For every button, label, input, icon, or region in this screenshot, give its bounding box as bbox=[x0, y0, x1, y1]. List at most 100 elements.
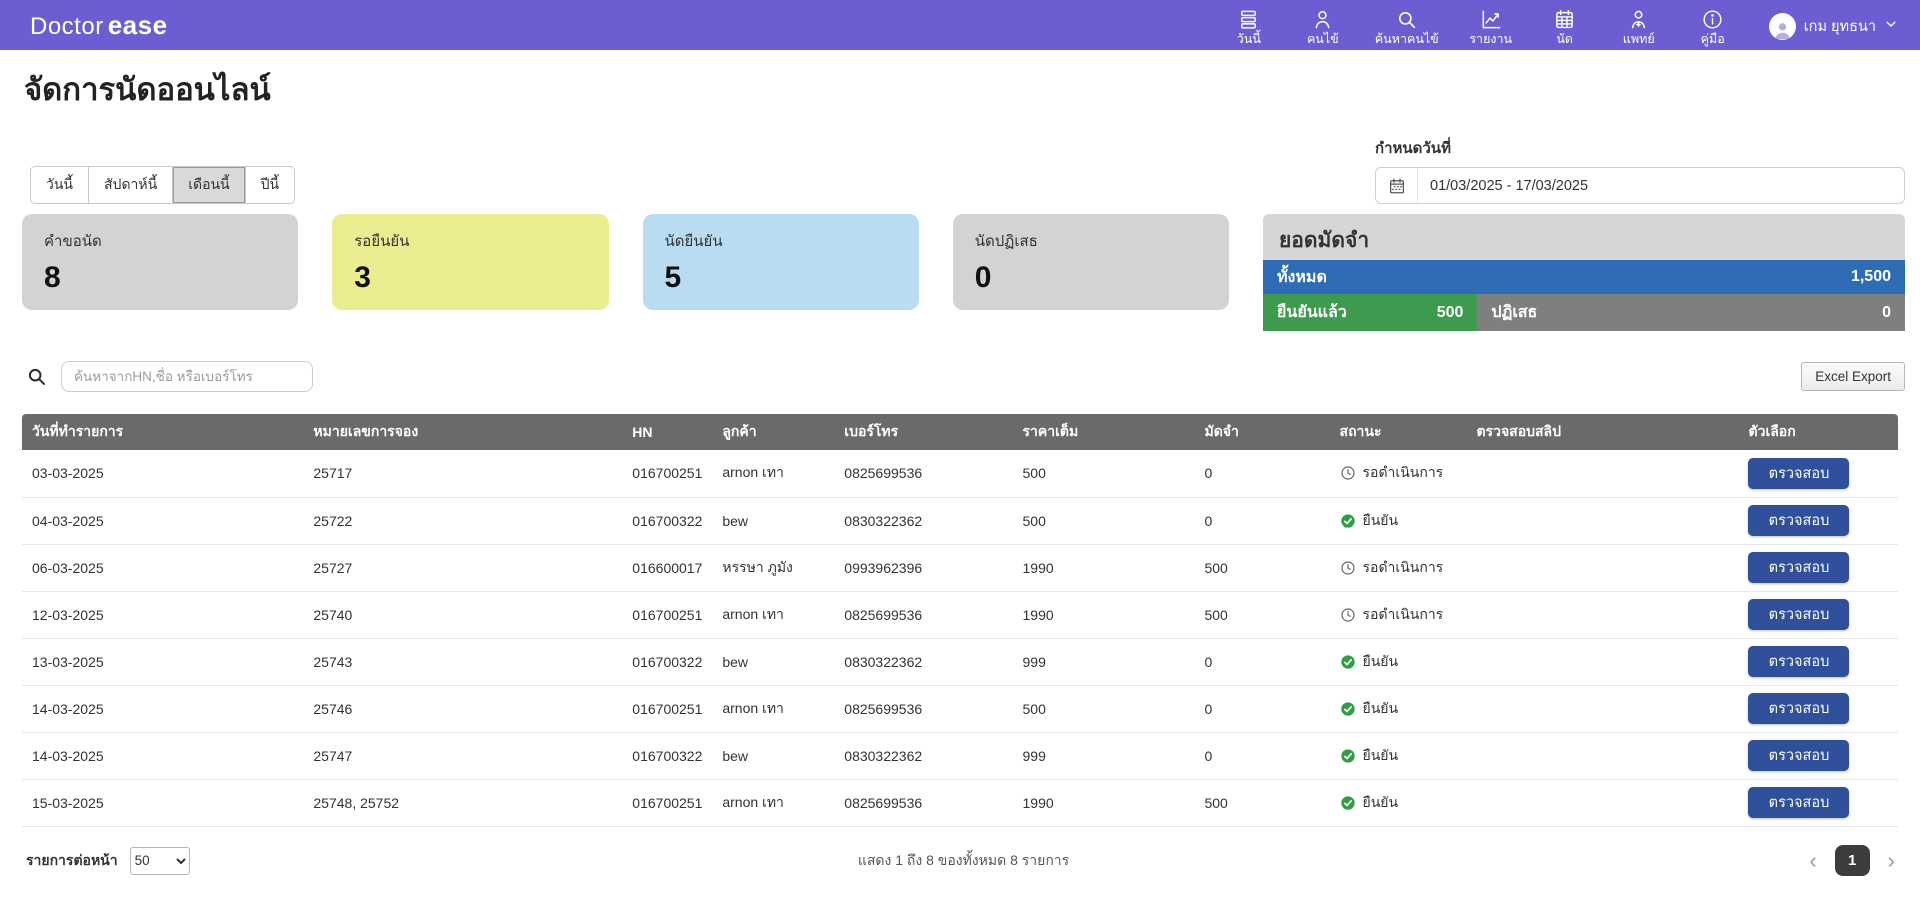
deposit-panel: ยอดมัดจำ ทั้งหมด 1,500 ยืนยันแล้ว 500 ปฏ… bbox=[1263, 214, 1905, 331]
nav-item-today[interactable]: วันนี้ bbox=[1227, 4, 1271, 46]
main-nav: วันนี้ คนไข้ ค้นหาคนไข้ รายงาน นัด แพทย์… bbox=[1227, 4, 1735, 46]
hn-cell: 016700251 bbox=[622, 779, 712, 826]
status-badge: ยืนยัน bbox=[1340, 698, 1399, 720]
phone-cell: 0830322362 bbox=[834, 638, 1012, 685]
phone-cell: 0830322362 bbox=[834, 732, 1012, 779]
action-cell: ตรวจสอบ bbox=[1738, 685, 1898, 732]
verify-button[interactable]: ตรวจสอบ bbox=[1748, 787, 1849, 818]
deposit-cell: 0 bbox=[1194, 450, 1329, 497]
calendar-icon bbox=[1388, 177, 1406, 195]
main-content: จัดการนัดออนไลน์ วันนี้ สัปดาห์นี้ เดือน… bbox=[0, 64, 1920, 881]
brand-logo-light: Doctor bbox=[30, 13, 104, 41]
full-price-cell: 500 bbox=[1013, 685, 1195, 732]
nav-item-search-patient[interactable]: ค้นหาคนไข้ bbox=[1375, 4, 1439, 46]
per-page-label: รายการต่อหน้า bbox=[26, 850, 118, 872]
date-cell: 13-03-2025 bbox=[22, 638, 303, 685]
deposit-cell: 500 bbox=[1194, 591, 1329, 638]
user-avatar-icon bbox=[1772, 19, 1793, 40]
full-price-cell: 500 bbox=[1013, 497, 1195, 544]
range-tab-group: วันนี้ สัปดาห์นี้ เดือนนี้ ปีนี้ bbox=[30, 166, 295, 204]
status-label: รอดำเนินการ bbox=[1363, 557, 1444, 579]
card-value: 5 bbox=[665, 261, 897, 295]
nav-item-reports[interactable]: รายงาน bbox=[1469, 4, 1513, 46]
date-range-value: 01/03/2025 - 17/03/2025 bbox=[1418, 168, 1904, 203]
excel-export-button[interactable]: Excel Export bbox=[1801, 362, 1905, 391]
deposit-confirmed-bar: ยืนยันแล้ว 500 bbox=[1263, 294, 1477, 331]
tab-today[interactable]: วันนี้ bbox=[31, 167, 89, 203]
deposit-panel-title: ยอดมัดจำ bbox=[1263, 214, 1905, 260]
deposit-cell: 0 bbox=[1194, 497, 1329, 544]
nav-label: นัด bbox=[1556, 32, 1573, 46]
verify-button[interactable]: ตรวจสอบ bbox=[1748, 646, 1849, 677]
check-circle-icon bbox=[1340, 513, 1356, 529]
date-range-input[interactable]: 01/03/2025 - 17/03/2025 bbox=[1375, 167, 1905, 204]
user-menu[interactable]: เกม ยุทธนา bbox=[1769, 11, 1898, 40]
table-row: 14-03-202525747016700322bew0830322362999… bbox=[22, 732, 1898, 779]
status-cell: ยืนยัน bbox=[1330, 685, 1467, 732]
col-header-customer: ลูกค้า bbox=[712, 414, 834, 450]
action-cell: ตรวจสอบ bbox=[1738, 732, 1898, 779]
status-label: รอดำเนินการ bbox=[1363, 604, 1444, 626]
verify-button[interactable]: ตรวจสอบ bbox=[1748, 599, 1849, 630]
date-filter-label: กำหนดวันที่ bbox=[1375, 136, 1905, 160]
date-filter: กำหนดวันที่ 01/03/2025 - 17/03/2025 bbox=[1375, 136, 1905, 204]
table-row: 06-03-202525727016600017หรรษา ภูมัง09939… bbox=[22, 544, 1898, 591]
action-cell: ตรวจสอบ bbox=[1738, 638, 1898, 685]
status-label: ยืนยัน bbox=[1363, 510, 1399, 532]
chevron-down-icon bbox=[1884, 17, 1898, 36]
full-price-cell: 999 bbox=[1013, 638, 1195, 685]
col-header-slip-check: ตรวจสอบสลิป bbox=[1466, 414, 1738, 450]
verify-button[interactable]: ตรวจสอบ bbox=[1748, 693, 1849, 724]
slip-cell bbox=[1466, 591, 1738, 638]
table-row: 13-03-202525743016700322bew0830322362999… bbox=[22, 638, 1898, 685]
slip-cell bbox=[1466, 544, 1738, 591]
nav-item-patients[interactable]: คนไข้ bbox=[1301, 4, 1345, 46]
nav-item-manual[interactable]: คู่มือ bbox=[1691, 4, 1735, 46]
verify-button[interactable]: ตรวจสอบ bbox=[1748, 505, 1849, 536]
nav-item-doctors[interactable]: แพทย์ bbox=[1617, 4, 1661, 46]
card-pending-confirmation: รอยืนยัน 3 bbox=[332, 214, 608, 310]
nav-label: คนไข้ bbox=[1307, 32, 1339, 46]
tab-this-year[interactable]: ปีนี้ bbox=[246, 167, 294, 203]
full-price-cell: 999 bbox=[1013, 732, 1195, 779]
verify-button[interactable]: ตรวจสอบ bbox=[1748, 458, 1849, 489]
patient-icon bbox=[1311, 8, 1334, 31]
summary-cards: คำขอนัด 8 รอยืนยัน 3 นัดยืนยัน 5 นัดปฏิเ… bbox=[22, 214, 1229, 331]
slip-cell bbox=[1466, 638, 1738, 685]
search-icon bbox=[26, 366, 47, 387]
nav-item-appointments[interactable]: นัด bbox=[1543, 4, 1587, 46]
verify-button[interactable]: ตรวจสอบ bbox=[1748, 740, 1849, 771]
current-page-button[interactable]: 1 bbox=[1835, 845, 1870, 876]
booking-no-cell: 25746 bbox=[303, 685, 622, 732]
verify-button[interactable]: ตรวจสอบ bbox=[1748, 552, 1849, 583]
prev-page-button[interactable]: ‹ bbox=[1803, 848, 1822, 874]
customer-cell: หรรษา ภูมัง bbox=[712, 544, 834, 591]
status-cell: ยืนยัน bbox=[1330, 638, 1467, 685]
card-value: 8 bbox=[44, 261, 276, 295]
col-header-options: ตัวเลือก bbox=[1738, 414, 1898, 450]
date-cell: 06-03-2025 bbox=[22, 544, 303, 591]
hn-cell: 016700322 bbox=[622, 732, 712, 779]
status-badge: ยืนยัน bbox=[1340, 510, 1399, 532]
action-cell: ตรวจสอบ bbox=[1738, 779, 1898, 826]
tab-this-month[interactable]: เดือนนี้ bbox=[173, 167, 245, 203]
full-price-cell: 1990 bbox=[1013, 591, 1195, 638]
card-value: 0 bbox=[975, 261, 1207, 295]
action-cell: ตรวจสอบ bbox=[1738, 544, 1898, 591]
next-page-button[interactable]: › bbox=[1882, 848, 1901, 874]
filters-row: วันนี้ สัปดาห์นี้ เดือนนี้ ปีนี้ กำหนดวั… bbox=[22, 136, 1905, 204]
clock-icon bbox=[1340, 465, 1356, 481]
hn-cell: 016700322 bbox=[622, 497, 712, 544]
card-confirmed-appointments: นัดยืนยัน 5 bbox=[643, 214, 919, 310]
status-label: ยืนยัน bbox=[1363, 745, 1399, 767]
status-badge: รอดำเนินการ bbox=[1340, 604, 1444, 626]
check-circle-icon bbox=[1340, 748, 1356, 764]
brand-logo[interactable]: Doctor ease bbox=[30, 10, 168, 41]
tab-this-week[interactable]: สัปดาห์นี้ bbox=[89, 167, 173, 203]
search-input[interactable] bbox=[61, 361, 313, 392]
hn-cell: 016700251 bbox=[622, 685, 712, 732]
per-page-select[interactable]: 50 bbox=[130, 847, 190, 875]
appointment-calendar-icon bbox=[1553, 8, 1576, 31]
deposit-confirmed-value: 500 bbox=[1437, 304, 1464, 322]
calendar-picker-button[interactable] bbox=[1376, 168, 1418, 203]
